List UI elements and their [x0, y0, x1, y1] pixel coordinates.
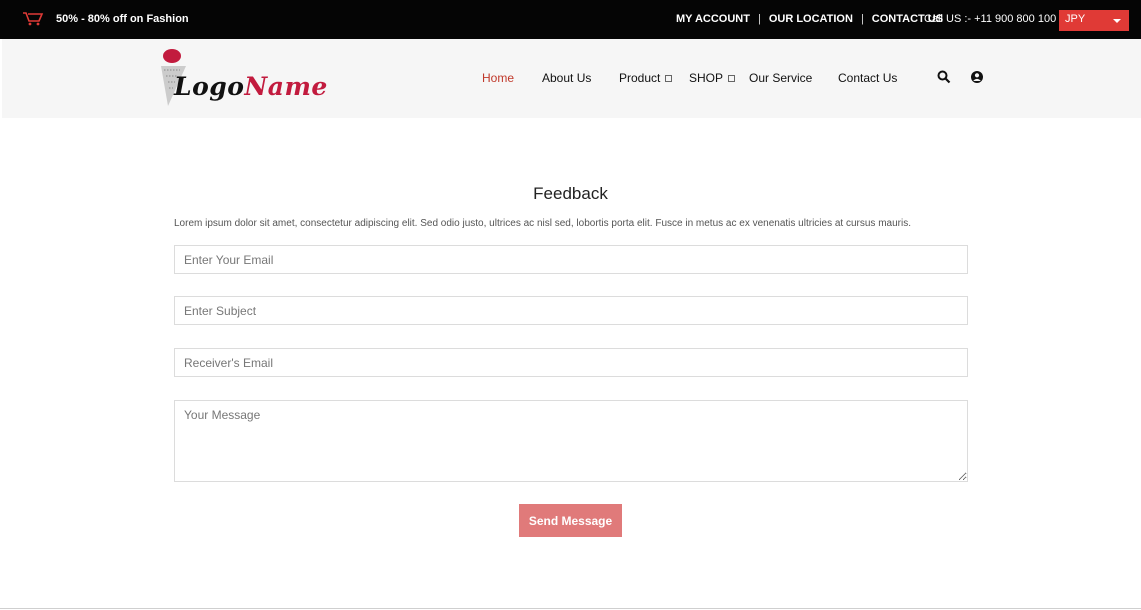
currency-value: JPY	[1065, 13, 1086, 25]
nav-home[interactable]: Home	[482, 71, 514, 85]
dropdown-box-icon	[728, 75, 736, 83]
currency-select[interactable]: JPY	[1059, 10, 1129, 31]
nav-shop[interactable]: SHOP	[689, 71, 736, 85]
nav-contact-us[interactable]: Contact Us	[838, 71, 897, 85]
account-links: MY ACCOUNT | OUR LOCATION | CONTACT US	[676, 13, 943, 25]
my-account-link[interactable]: MY ACCOUNT	[676, 13, 750, 25]
logo-text-part1: Logo	[174, 72, 245, 101]
nav-product-label: Product	[619, 71, 661, 85]
footer-divider	[0, 608, 1141, 609]
promo-text: 50% - 80% off on Fashion	[56, 13, 189, 25]
link-separator: |	[860, 13, 864, 25]
our-location-link[interactable]: OUR LOCATION	[769, 13, 853, 25]
email-input[interactable]	[174, 245, 968, 274]
dropdown-box-icon	[665, 75, 673, 83]
caret-down-icon	[1113, 19, 1121, 23]
site-logo[interactable]: LogoName	[158, 46, 327, 110]
feedback-description: Lorem ipsum dolor sit amet, consectetur …	[174, 218, 911, 229]
nav-about-us[interactable]: About Us	[542, 71, 591, 85]
feedback-title: Feedback	[533, 184, 608, 203]
user-icon[interactable]	[970, 70, 984, 84]
receiver-email-input[interactable]	[174, 348, 968, 377]
link-separator: |	[757, 13, 761, 25]
search-icon[interactable]	[937, 70, 951, 84]
call-us-text: Call US :- +11 900 800 100	[924, 13, 1057, 25]
message-textarea[interactable]	[174, 400, 968, 482]
logo-text: LogoName	[174, 72, 328, 101]
top-bar: 50% - 80% off on Fashion MY ACCOUNT | OU…	[0, 0, 1141, 39]
nav-product[interactable]: Product	[619, 71, 673, 85]
send-message-button[interactable]: Send Message	[519, 504, 622, 537]
nav-shop-label: SHOP	[689, 71, 724, 85]
logo-text-part2: Name	[244, 72, 328, 101]
cart-icon[interactable]	[22, 11, 44, 27]
nav-our-service[interactable]: Our Service	[749, 71, 812, 85]
subject-input[interactable]	[174, 296, 968, 325]
